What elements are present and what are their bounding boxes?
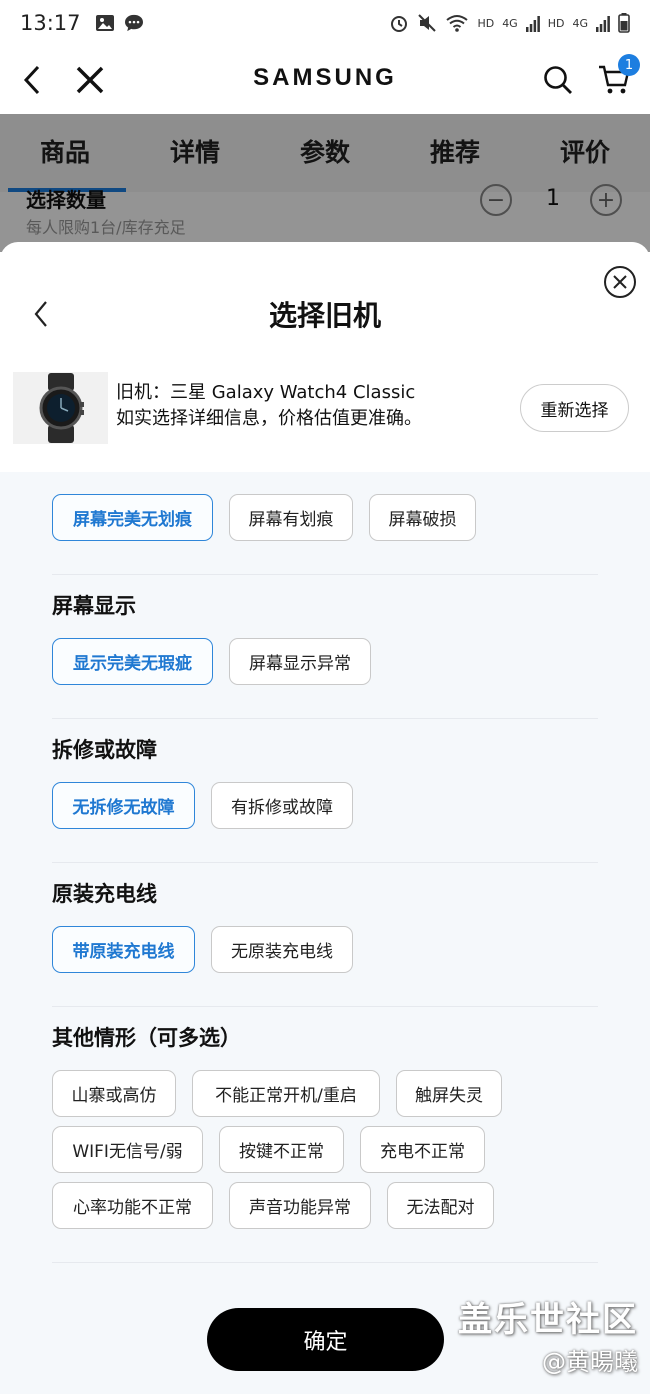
divider — [52, 862, 598, 863]
hd-label-1: HD — [477, 16, 495, 30]
divider — [52, 1006, 598, 1007]
trade-in-sheet: 选择旧机 旧机：三星 Galaxy Watch4 Classic 如实选择详细信… — [0, 242, 650, 1394]
section-label: 原装充电线 — [52, 882, 157, 906]
option-screen-broken[interactable]: 屏幕破损 — [369, 494, 476, 541]
search-button[interactable] — [538, 60, 578, 100]
signal-icon — [525, 16, 540, 32]
mute-icon — [418, 14, 437, 32]
device-hint: 如实选择详细信息，价格估值更准确。 — [116, 408, 422, 429]
option-counterfeit[interactable]: 山寨或高仿 — [52, 1070, 176, 1117]
option-pairing-failure[interactable]: 无法配对 — [387, 1182, 494, 1229]
option-with-charger[interactable]: 带原装充电线 — [52, 926, 195, 973]
selected-device: 旧机：三星 Galaxy Watch4 Classic 如实选择详细信息，价格估… — [0, 370, 650, 470]
app-header: SAMSUNG 1 — [0, 46, 650, 114]
device-name: 旧机：三星 Galaxy Watch4 Classic — [116, 382, 416, 403]
option-audio-abnormal[interactable]: 声音功能异常 — [229, 1182, 371, 1229]
option-button-abnormal[interactable]: 按键不正常 — [219, 1126, 344, 1173]
section-charger: 原装充电线 — [52, 878, 598, 908]
option-screen-perfect[interactable]: 屏幕完美无划痕 — [52, 494, 213, 541]
watermark-community: 盖乐世社区 — [458, 1300, 638, 1340]
modal-backdrop[interactable] — [0, 114, 650, 252]
option-boot-failure[interactable]: 不能正常开机/重启 — [192, 1070, 380, 1117]
option-heart-rate-abnormal[interactable]: 心率功能不正常 — [52, 1182, 213, 1229]
section-other: 其他情形（可多选） — [52, 1022, 598, 1052]
close-icon — [613, 275, 627, 289]
network-label-1: 4G — [502, 16, 518, 30]
option-charging-abnormal[interactable]: 充电不正常 — [360, 1126, 485, 1173]
signal-icon-2 — [596, 16, 610, 32]
option-no-repair[interactable]: 无拆修无故障 — [52, 782, 195, 829]
divider — [52, 1262, 598, 1263]
option-touch-failure[interactable]: 触屏失灵 — [396, 1070, 502, 1117]
wifi-icon — [446, 15, 469, 32]
network-label-2: 4G — [572, 16, 588, 30]
option-has-repair[interactable]: 有拆修或故障 — [211, 782, 353, 829]
option-wifi-weak[interactable]: WIFI无信号/弱 — [52, 1126, 203, 1173]
hd-label-2: HD — [547, 16, 565, 30]
option-without-charger[interactable]: 无原装充电线 — [211, 926, 353, 973]
divider — [52, 718, 598, 719]
device-image — [13, 372, 108, 444]
watermark-author: @黄暘曦 — [542, 1348, 638, 1376]
section-screen-display: 屏幕显示 — [52, 590, 598, 620]
status-indicators: HD 4G HD 4G — [389, 13, 630, 33]
option-screen-scratched[interactable]: 屏幕有划痕 — [229, 494, 353, 541]
option-display-perfect[interactable]: 显示完美无瑕疵 — [52, 638, 213, 685]
divider — [52, 574, 598, 575]
confirm-button[interactable]: 确定 — [207, 1308, 444, 1371]
battery-icon — [618, 13, 630, 33]
status-bar: 13:17 HD 4G HD 4G — [0, 0, 650, 46]
sheet-title: 选择旧机 — [268, 299, 381, 332]
condition-options: 屏幕完美无划痕 屏幕有划痕 屏幕破损 屏幕显示 显示完美无瑕疵 屏幕显示异常 拆… — [0, 472, 650, 1394]
alarm-icon — [391, 16, 408, 32]
status-time: 13:17 — [20, 11, 81, 35]
cart-count-badge: 1 — [618, 54, 640, 76]
reselect-button[interactable]: 重新选择 — [520, 384, 629, 432]
chat-icon — [124, 14, 143, 32]
section-label: 拆修或故障 — [52, 738, 157, 762]
section-label: 其他情形（可多选） — [52, 1026, 241, 1050]
section-repair: 拆修或故障 — [52, 734, 598, 764]
search-icon — [544, 66, 572, 94]
option-display-abnormal[interactable]: 屏幕显示异常 — [229, 638, 371, 685]
cart-button[interactable]: 1 — [594, 54, 640, 100]
gallery-icon — [95, 15, 114, 31]
watch-image — [39, 373, 84, 443]
section-label: 屏幕显示 — [52, 594, 136, 618]
